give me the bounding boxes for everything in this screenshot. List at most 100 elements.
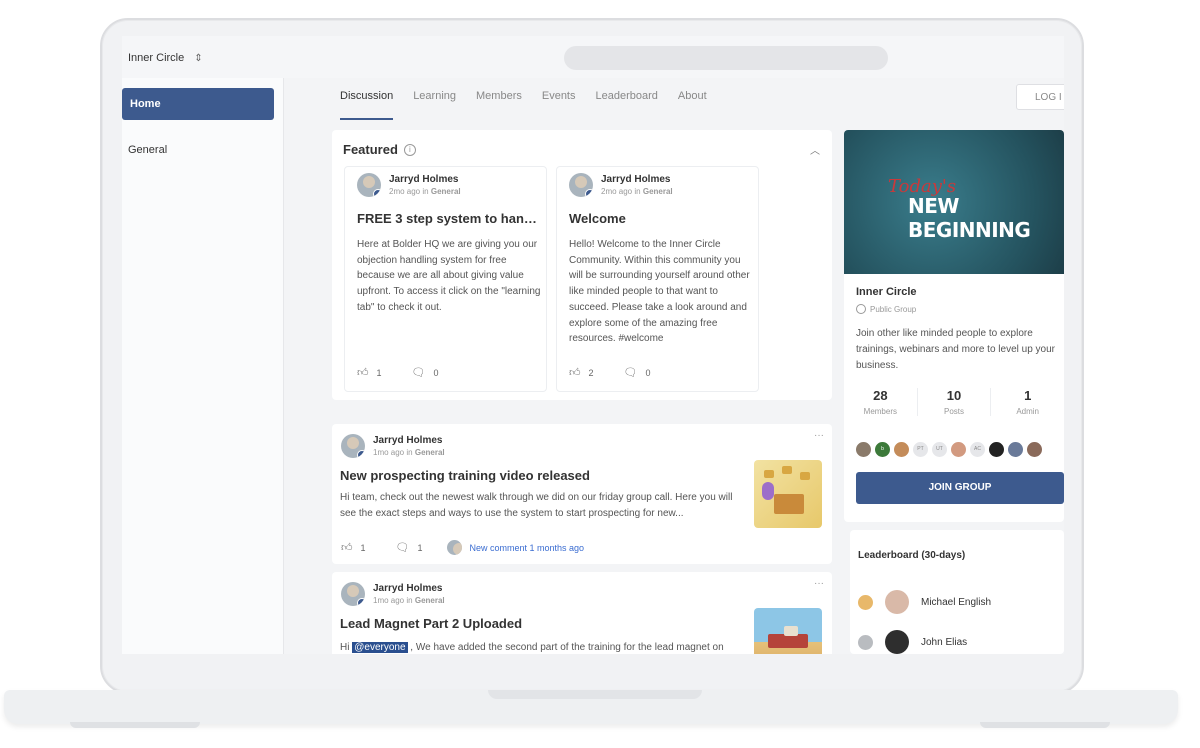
author-name[interactable]: Jarryd Holmes <box>601 173 673 186</box>
post-thumbnail[interactable] <box>754 608 822 654</box>
comment-count: 0 <box>433 367 439 378</box>
tab-learning[interactable]: Learning <box>413 90 456 120</box>
thumbnail-detail <box>774 494 804 514</box>
author-name[interactable]: Jarryd Holmes <box>373 582 445 595</box>
member-avatars: b PT UT AC <box>856 442 1042 457</box>
like-count: 1 <box>376 367 382 378</box>
post-title[interactable]: Welcome <box>569 211 751 226</box>
comment-icon[interactable]: 🗨︎ <box>412 366 426 379</box>
chevron-up-icon[interactable]: ︿ <box>810 142 820 157</box>
more-options-icon[interactable]: ··· <box>814 430 824 441</box>
member-avatar[interactable] <box>856 442 871 457</box>
leaderboard-row[interactable]: John Elias <box>858 630 967 654</box>
post-meta: 2mo ago in General <box>389 187 461 196</box>
avatar[interactable] <box>341 434 365 458</box>
laptop-foot-right <box>980 722 1110 728</box>
avatar[interactable] <box>569 173 593 197</box>
post-meta: 1mo ago in General <box>373 596 445 605</box>
login-button[interactable]: LOG I <box>1016 84 1064 110</box>
group-type-label: Public Group <box>870 304 917 314</box>
post-author: Jarryd Holmes 1mo ago in General <box>341 434 445 458</box>
stat-members[interactable]: 28 Members <box>844 388 918 416</box>
shield-badge-icon <box>357 598 365 606</box>
post-body: Hi team, check out the newest walk throu… <box>340 492 733 519</box>
thumbnail-detail <box>762 482 774 500</box>
group-stats: 28 Members 10 Posts 1 Admin <box>844 388 1064 416</box>
stat-posts[interactable]: 10 Posts <box>918 388 992 416</box>
member-avatar[interactable]: UT <box>932 442 947 457</box>
sidebar-item-home[interactable]: Home <box>122 88 274 120</box>
thumbs-up-icon[interactable]: 👍︎ <box>569 366 581 379</box>
info-icon[interactable]: i <box>403 143 416 156</box>
leader-name[interactable]: Michael English <box>921 597 991 608</box>
featured-card[interactable]: Jarryd Holmes 2mo ago in General FREE 3 … <box>344 166 547 392</box>
post-title[interactable]: Lead Magnet Part 2 Uploaded <box>340 616 522 631</box>
thumbs-up-icon[interactable]: 👍︎ <box>357 366 369 379</box>
author-name[interactable]: Jarryd Holmes <box>373 434 445 447</box>
thumbnail-detail <box>800 472 810 480</box>
tab-about[interactable]: About <box>678 90 707 120</box>
member-avatar[interactable] <box>894 442 909 457</box>
member-avatar[interactable] <box>989 442 1004 457</box>
group-info-card: Today's NEW BEGINNING Inner Circle Publi… <box>844 130 1064 522</box>
tab-members[interactable]: Members <box>476 90 522 120</box>
comment-icon[interactable]: 🗨︎ <box>624 366 638 379</box>
group-banner: Today's NEW BEGINNING <box>844 130 1064 274</box>
thumbnail-detail <box>768 634 808 648</box>
member-avatar[interactable]: b <box>875 442 890 457</box>
group-type: Public Group <box>856 304 916 314</box>
leaderboard-row[interactable]: Michael English <box>858 590 991 614</box>
laptop-foot-left <box>70 722 200 728</box>
silver-medal-icon <box>858 634 873 650</box>
laptop-notch <box>488 690 702 699</box>
new-comment-link[interactable]: New comment 1 months ago <box>470 543 585 553</box>
tab-discussion[interactable]: Discussion <box>340 90 394 120</box>
member-avatar[interactable] <box>1008 442 1023 457</box>
member-avatar[interactable]: AC <box>970 442 985 457</box>
sidebar-item-general[interactable]: General <box>122 144 167 156</box>
group-switcher[interactable]: Inner Circle ⇕ <box>128 52 203 64</box>
banner-title-text: NEW BEGINNING <box>908 194 1031 242</box>
leaderboard-card: Leaderboard (30-days) Michael English Jo… <box>850 530 1064 654</box>
member-avatar[interactable]: PT <box>913 442 928 457</box>
app-screen: Inner Circle ⇕ Home General Discussion L… <box>122 36 1064 654</box>
laptop-base <box>4 690 1178 724</box>
sidebar: Home General <box>122 78 284 654</box>
feed-post[interactable]: ··· Jarryd Holmes 1mo ago in General Lea… <box>332 572 832 654</box>
member-avatar[interactable] <box>1027 442 1042 457</box>
comment-icon[interactable]: 🗨︎ <box>396 541 410 554</box>
thumbnail-detail <box>764 470 774 478</box>
post-thumbnail[interactable] <box>754 460 822 528</box>
feed-post[interactable]: ··· Jarryd Holmes 1mo ago in General New… <box>332 424 832 564</box>
mention-tag[interactable]: @everyone <box>352 642 408 653</box>
leader-name[interactable]: John Elias <box>921 637 967 648</box>
post-title[interactable]: FREE 3 step system to handl... <box>357 211 539 226</box>
avatar[interactable] <box>357 173 381 197</box>
gold-medal-icon <box>858 594 873 610</box>
post-title[interactable]: New prospecting training video released <box>340 468 590 483</box>
stat-admin[interactable]: 1 Admin <box>991 388 1064 416</box>
post-body: Hello! Welcome to the Inner Circle Commu… <box>569 239 750 345</box>
avatar[interactable] <box>885 590 909 614</box>
leaderboard-title: Leaderboard (30-days) <box>858 550 966 561</box>
group-description: Join other like minded people to explore… <box>856 328 1055 371</box>
tab-leaderboard[interactable]: Leaderboard <box>596 90 658 120</box>
commenter-avatar <box>446 540 462 555</box>
member-avatar[interactable] <box>951 442 966 457</box>
avatar[interactable] <box>341 582 365 606</box>
more-options-icon[interactable]: ··· <box>814 578 824 589</box>
shield-badge-icon <box>357 450 365 458</box>
tab-events[interactable]: Events <box>542 90 576 120</box>
thumbs-up-icon[interactable]: 👍︎ <box>341 541 353 554</box>
search-bar[interactable] <box>564 46 888 70</box>
featured-card[interactable]: Jarryd Holmes 2mo ago in General Welcome… <box>556 166 759 392</box>
group-switcher-label: Inner Circle <box>128 52 185 64</box>
avatar[interactable] <box>885 630 909 654</box>
join-group-button[interactable]: JOIN GROUP <box>856 472 1064 504</box>
author-name[interactable]: Jarryd Holmes <box>389 173 461 186</box>
group-name: Inner Circle <box>856 286 917 298</box>
like-count: 2 <box>588 367 594 378</box>
post-body: Here at Bolder HQ we are giving you our … <box>357 239 541 313</box>
comment-count: 1 <box>417 542 423 553</box>
chevron-updown-icon: ⇕ <box>194 52 203 64</box>
